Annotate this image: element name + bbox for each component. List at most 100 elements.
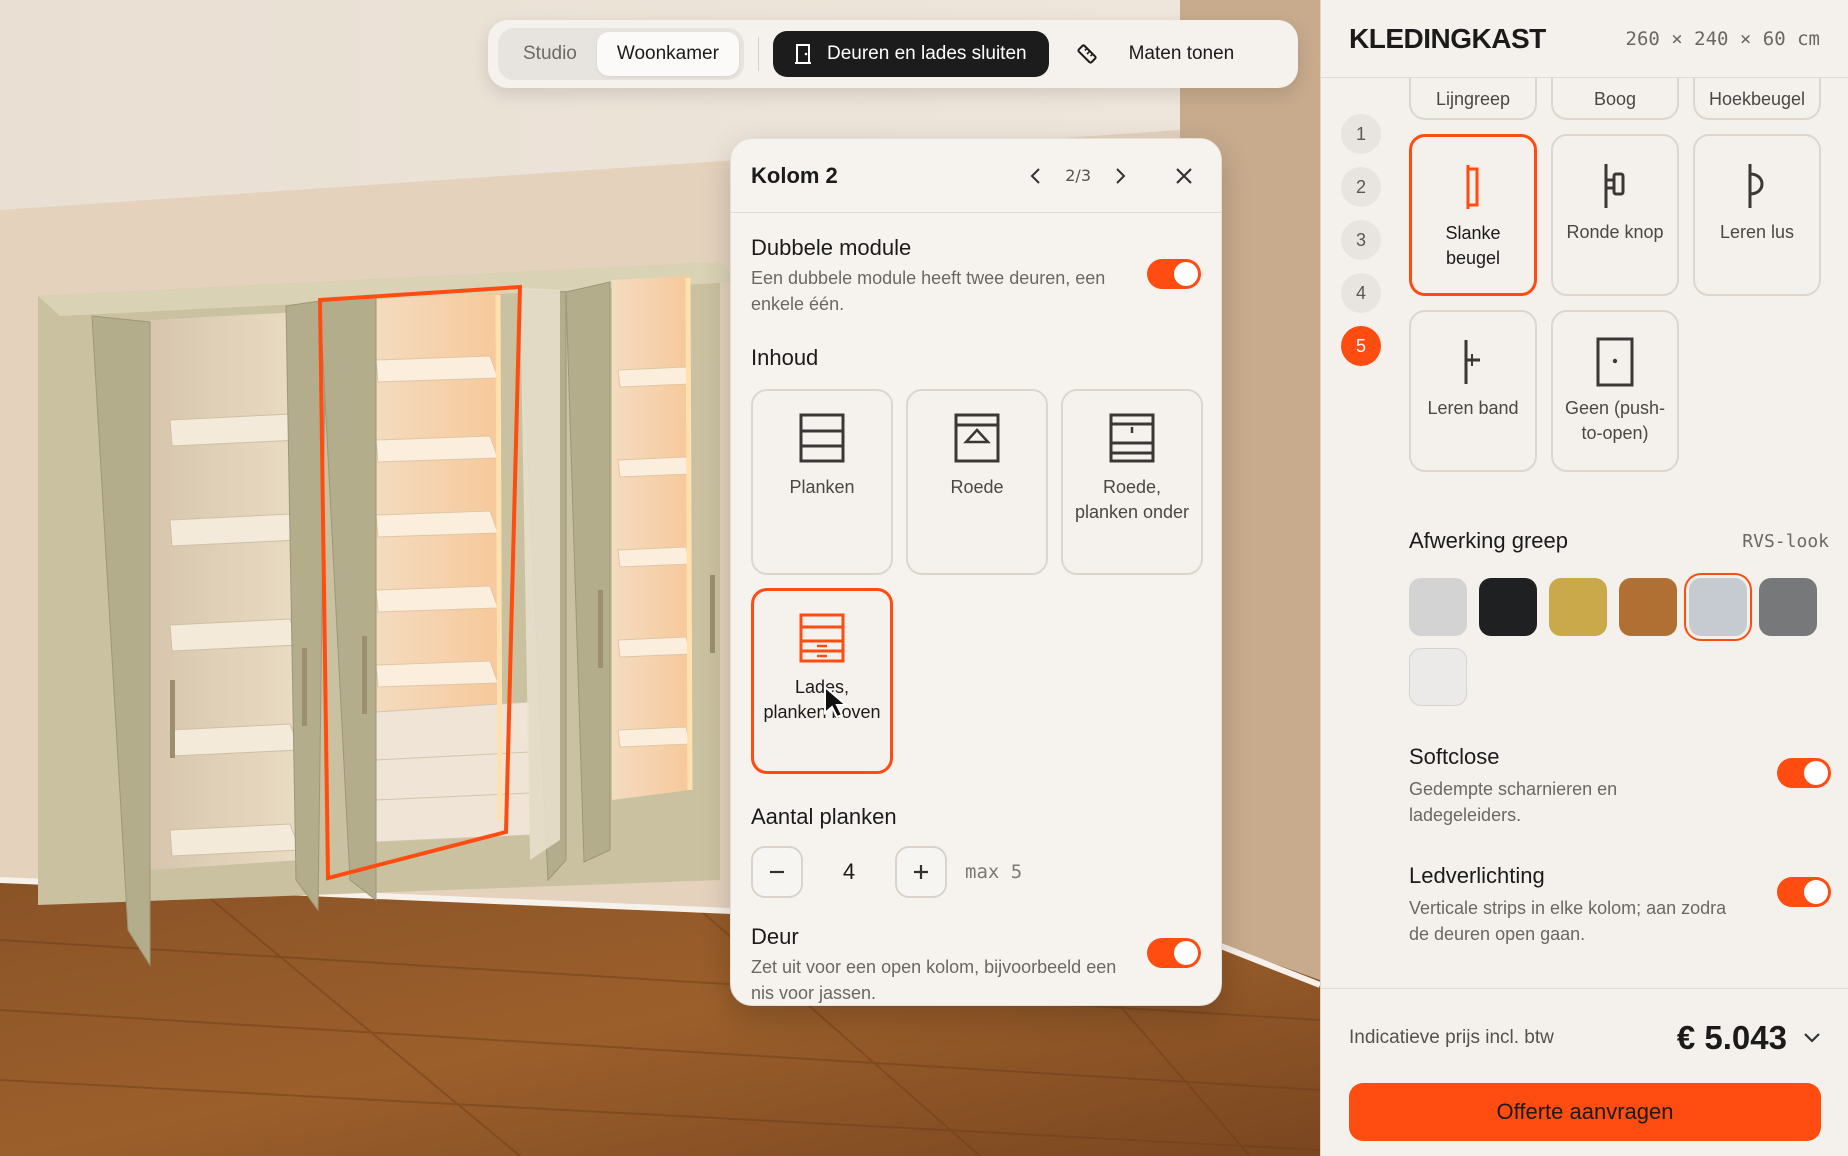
softclose-description: Gedempte scharnieren en ladegeleiders.	[1409, 779, 1618, 825]
round-knob-icon	[1604, 164, 1625, 208]
content-option-roede[interactable]: Roede	[906, 389, 1048, 575]
content-option-planken[interactable]: Planken	[751, 389, 893, 575]
plus-icon	[914, 865, 928, 879]
handle-finish-header: Afwerking greep RVS-look	[1409, 528, 1829, 554]
finish-swatch[interactable]	[1759, 578, 1817, 636]
product-dimensions: 260 × 240 × 60 cm	[1625, 27, 1820, 50]
finish-swatch[interactable]	[1479, 578, 1537, 636]
step-1[interactable]: 1	[1341, 114, 1381, 154]
handle-option-label: Geen (push-to-open)	[1564, 398, 1666, 443]
handle-finish-section: Afwerking greep RVS-look	[1409, 528, 1829, 706]
next-column-button[interactable]	[1105, 161, 1135, 191]
chevron-down-icon[interactable]	[1803, 1032, 1821, 1044]
price-value: € 5.043	[1676, 1019, 1787, 1056]
finish-swatch[interactable]	[1619, 578, 1677, 636]
step-indicator: 1 2 3 4 5	[1341, 114, 1381, 379]
close-icon	[1176, 167, 1192, 184]
popup-body: Dubbele module Een dubbele module heeft …	[731, 213, 1221, 1005]
popup-title: Kolom 2	[751, 162, 838, 188]
chevron-left-icon	[1030, 167, 1040, 184]
prev-column-button[interactable]	[1021, 161, 1051, 191]
show-measurements-button[interactable]: Maten tonen	[1075, 42, 1235, 66]
content-section-title: Inhoud	[751, 345, 819, 370]
scene-option-studio[interactable]: Studio	[503, 32, 597, 76]
content-option-lades-planken-boven[interactable]: Lades, planken boven	[751, 588, 893, 774]
door-row: Deur Zet uit voor een open kolom, bijvoo…	[751, 924, 1201, 1005]
handle-options-scrolled: Lijngreep Boog Hoekbeugel	[1409, 78, 1829, 120]
shelves-icon	[799, 413, 845, 463]
content-option-label: Lades, planken boven	[763, 677, 881, 722]
handle-option-label: Slanke beugel	[1445, 223, 1501, 268]
handle-grid: Slanke beugel Ronde knop Leren lus Leren…	[1409, 134, 1829, 472]
shelves-stepper: 4 max 5	[751, 846, 1201, 898]
handle-finish-title: Afwerking greep	[1409, 528, 1568, 553]
scene-option-woonkamer[interactable]: Woonkamer	[596, 32, 739, 76]
handle-option-push-to-open[interactable]: Geen (push-to-open)	[1551, 310, 1679, 472]
softclose-toggle[interactable]	[1777, 758, 1831, 788]
handle-option-boog[interactable]: Boog	[1551, 78, 1679, 120]
hanging-rail-icon	[954, 413, 1000, 463]
led-toggle[interactable]	[1777, 877, 1831, 907]
content-option-label: Roede, planken onder	[1074, 477, 1190, 522]
step-4[interactable]: 4	[1341, 273, 1381, 313]
config-panel: KLEDINGKAST 260 × 240 × 60 cm 1 2 3 4 5 …	[1320, 0, 1848, 1156]
drawers-with-shelves-icon	[799, 613, 845, 663]
softclose-row: Softclose Gedempte scharnieren en ladege…	[1409, 744, 1831, 828]
double-module-toggle[interactable]	[1147, 259, 1201, 289]
close-doors-label: Deuren en lades sluiten	[826, 43, 1027, 64]
step-5[interactable]: 5	[1341, 326, 1381, 366]
column-pager: 2/3	[1021, 161, 1135, 191]
show-measurements-label: Maten tonen	[1128, 43, 1235, 64]
handle-option-ronde-knop[interactable]: Ronde knop	[1551, 134, 1679, 296]
column-counter: 2/3	[1065, 166, 1091, 185]
content-options: Planken Roede Roede, planken onder Lades…	[751, 389, 1203, 774]
scene-switcher: Studio Woonkamer	[498, 28, 744, 80]
door-title: Deur	[751, 924, 799, 949]
handle-option-leren-lus[interactable]: Leren lus	[1693, 134, 1821, 296]
handle-option-hoekbeugel[interactable]: Hoekbeugel	[1693, 78, 1821, 120]
content-option-label: Roede	[950, 477, 1004, 497]
step-3[interactable]: 3	[1341, 220, 1381, 260]
panel-footer: Indicatieve prijs incl. btw € 5.043 Offe…	[1321, 988, 1848, 1156]
close-popup-button[interactable]	[1167, 159, 1201, 193]
slim-bar-handle-icon	[1466, 165, 1479, 209]
toolbar-divider	[757, 37, 759, 71]
handle-option-slanke-beugel[interactable]: Slanke beugel	[1409, 134, 1537, 296]
product-title: KLEDINGKAST	[1349, 22, 1546, 54]
door-toggle[interactable]	[1147, 938, 1201, 968]
3d-viewport[interactable]: Studio Woonkamer Deuren en lades sluiten…	[0, 0, 1320, 1156]
step-2[interactable]: 2	[1341, 167, 1381, 207]
handle-option-leren-band[interactable]: Leren band	[1409, 310, 1537, 472]
content-option-roede-planken-onder[interactable]: Roede, planken onder	[1061, 389, 1203, 575]
handle-option-label: Ronde knop	[1566, 222, 1664, 242]
decrease-shelves-button[interactable]	[751, 846, 803, 898]
request-quote-button[interactable]: Offerte aanvragen	[1349, 1083, 1821, 1141]
increase-shelves-button[interactable]	[895, 846, 947, 898]
column-config-popup: Kolom 2 2/3 Dubbele module Een dubbele m…	[730, 138, 1222, 1006]
led-title: Ledverlichting	[1409, 863, 1545, 888]
top-toolbar: Studio Woonkamer Deuren en lades sluiten…	[488, 20, 1298, 88]
handle-option-label: Leren band	[1427, 398, 1519, 418]
finish-swatch[interactable]	[1549, 578, 1607, 636]
softclose-title: Softclose	[1409, 744, 1500, 769]
door-description: Zet uit voor een open kolom, bijvoorbeel…	[751, 957, 1117, 1003]
shelves-max-label: max 5	[965, 861, 1023, 883]
double-module-description: Een dubbele module heeft twee deuren, ee…	[751, 268, 1106, 314]
shelves-count-value: 4	[842, 859, 856, 884]
leather-loop-icon	[1748, 164, 1764, 208]
handle-option-label: Leren lus	[1719, 222, 1795, 242]
finish-swatch[interactable]	[1409, 578, 1467, 636]
door-icon	[794, 44, 811, 64]
minus-icon	[770, 870, 784, 874]
push-to-open-icon	[1596, 337, 1634, 387]
close-doors-button[interactable]: Deuren en lades sluiten	[772, 31, 1049, 77]
handle-option-lijngreep[interactable]: Lijngreep	[1409, 78, 1537, 120]
finish-swatch[interactable]	[1689, 578, 1747, 636]
handle-finish-value: RVS-look	[1742, 530, 1829, 552]
finish-swatches	[1409, 578, 1848, 706]
led-description: Verticale strips in elke kolom; aan zodr…	[1409, 898, 1727, 944]
price-row[interactable]: Indicatieve prijs incl. btw € 5.043	[1349, 1019, 1821, 1057]
ruler-icon	[1077, 44, 1097, 64]
finish-swatch[interactable]	[1409, 648, 1467, 706]
leather-strap-icon	[1464, 340, 1480, 384]
